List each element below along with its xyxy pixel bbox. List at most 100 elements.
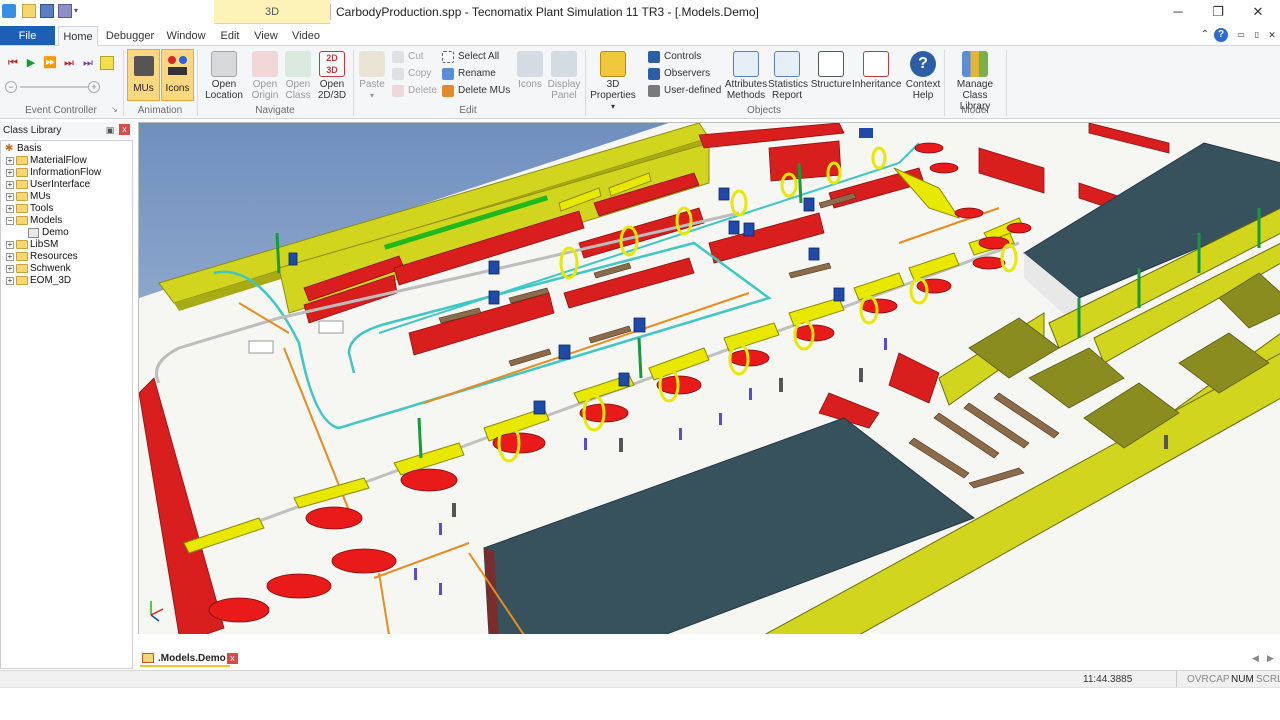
expand-icon[interactable]: + [6, 157, 14, 165]
expand-icon[interactable]: + [6, 253, 14, 261]
tree-item-demo[interactable]: Demo [42, 227, 69, 239]
collapse-ribbon-icon[interactable]: ⌃ [1198, 28, 1212, 42]
tab-video[interactable]: Video [288, 26, 324, 46]
delete-button[interactable]: Delete [392, 83, 437, 99]
start-icon[interactable]: ▶ [24, 56, 38, 70]
folder-icon [16, 204, 28, 213]
mdi-restore-icon[interactable]: ▯ [1250, 28, 1264, 42]
tree-item-resources[interactable]: Resources [30, 251, 78, 263]
new-file-icon[interactable] [22, 4, 36, 18]
fast-forward-icon[interactable]: ⏭ [81, 56, 95, 70]
controls-button[interactable]: Controls [648, 49, 701, 65]
expand-icon[interactable]: + [6, 205, 14, 213]
copy-button[interactable]: Copy [392, 66, 431, 82]
observers-button[interactable]: Observers [648, 66, 710, 82]
3d-properties-button[interactable]: 3D Properties ▾ [588, 51, 638, 112]
tab-window[interactable]: Window [163, 26, 209, 46]
class-library-tree[interactable]: ✱ Basis + MaterialFlow + InformationFlow… [0, 140, 133, 669]
icons-edit-button[interactable]: Icons [515, 51, 545, 90]
factory-3d-scene [139, 123, 1280, 634]
speed-slider[interactable] [20, 86, 88, 88]
expand-icon[interactable]: + [6, 169, 14, 177]
delete-icon [392, 85, 404, 97]
save-icon[interactable] [40, 4, 54, 18]
delete-mus-button[interactable]: Delete MUs [442, 83, 510, 99]
open-2d3d-button[interactable]: 2D 3D Open 2D/3D [315, 51, 349, 101]
inheritance-button[interactable]: Inheritance [852, 51, 901, 90]
context-help-button[interactable]: ? Context Help [904, 51, 942, 101]
tree-item-materialflow[interactable]: MaterialFlow [30, 155, 87, 167]
speed-plus-icon[interactable]: + [88, 81, 100, 93]
icons-toggle-button[interactable]: Icons [161, 49, 194, 101]
tree-item-userinterface[interactable]: UserInterface [30, 179, 90, 191]
tree-item-informationflow[interactable]: InformationFlow [30, 167, 101, 179]
close-window-button[interactable]: ✕ [1238, 0, 1278, 24]
statistics-report-button[interactable]: Statistics Report [768, 51, 808, 101]
cut-button[interactable]: Cut [392, 49, 424, 65]
folder-icon [16, 180, 28, 189]
expand-icon[interactable]: + [6, 265, 14, 273]
document-tab-models-demo[interactable]: .Models.Demo [140, 650, 230, 667]
tree-item-basis[interactable]: Basis [17, 143, 41, 155]
manage-class-library-button[interactable]: Manage Class Library [947, 51, 1003, 112]
window-title: CarbodyProduction.spp - Tecnomatix Plant… [336, 5, 759, 19]
expand-icon[interactable]: + [6, 181, 14, 189]
pin-icon[interactable]: ▣ [104, 124, 116, 136]
maximize-button[interactable]: ❐ [1198, 0, 1238, 24]
attributes-methods-button[interactable]: Attributes Methods [724, 51, 768, 101]
tab-view[interactable]: View [250, 26, 282, 46]
tree-item-schwenk[interactable]: Schwenk [30, 263, 71, 275]
tree-item-models[interactable]: Models [30, 215, 62, 227]
structure-icon [818, 51, 844, 77]
close-class-library-button[interactable]: x [119, 124, 130, 135]
open-origin-button[interactable]: Open Origin [248, 51, 282, 101]
rename-button[interactable]: Rename [442, 66, 496, 82]
scroll-right-icon[interactable]: ▶ [1267, 653, 1274, 664]
close-document-tab-button[interactable]: x [227, 653, 238, 664]
icons-label: Icons [165, 83, 190, 94]
speed-minus-icon[interactable]: − [5, 81, 17, 93]
tree-item-tools[interactable]: Tools [30, 203, 53, 215]
save-as-icon[interactable] [58, 4, 72, 18]
expand-icon[interactable]: + [6, 277, 14, 285]
paste-button[interactable]: Paste ▾ [357, 51, 387, 101]
mus-toggle-button[interactable]: MUs [127, 49, 160, 101]
tab-file[interactable]: File [0, 26, 55, 45]
icons-animation-icon [168, 56, 188, 76]
simulation-time: 11:44.3885 [1083, 674, 1133, 685]
folder-icon [16, 264, 28, 273]
user-defined-button[interactable]: User-defined [648, 83, 721, 99]
stop-icon[interactable]: ⏭ [62, 56, 76, 70]
tab-debugger[interactable]: Debugger [103, 26, 157, 46]
3d-viewport[interactable] [138, 122, 1280, 634]
dialog-launcher-icon[interactable]: ↘ [111, 105, 118, 114]
attributes-methods-icon [733, 51, 759, 77]
collapse-icon[interactable]: − [6, 217, 14, 225]
quick-access-dropdown-icon[interactable]: ▾ [74, 4, 82, 18]
folder-icon [16, 156, 28, 165]
mdi-minimize-icon[interactable]: ▭ [1234, 28, 1248, 42]
frame-icon [142, 653, 154, 663]
structure-button[interactable]: Structure [810, 51, 852, 90]
mdi-close-icon[interactable]: ✕ [1265, 28, 1279, 42]
context-tab-3d[interactable]: 3D [214, 0, 330, 24]
open-location-button[interactable]: Open Location [204, 51, 244, 101]
display-panel-button[interactable]: Display Panel [547, 51, 581, 101]
tree-item-libsm[interactable]: LibSM [30, 239, 58, 251]
expand-icon[interactable]: + [6, 193, 14, 201]
cut-icon [392, 51, 404, 63]
tab-home[interactable]: Home [58, 26, 98, 47]
tree-item-mus[interactable]: MUs [30, 191, 51, 203]
status-scrl: SCRL [1256, 674, 1280, 685]
step-icon[interactable]: ⏩ [43, 56, 57, 70]
open-class-button[interactable]: Open Class [283, 51, 313, 101]
expand-icon[interactable]: + [6, 241, 14, 249]
tree-item-eom-3d[interactable]: EOM_3D [30, 275, 71, 287]
scroll-left-icon[interactable]: ◀ [1252, 653, 1259, 664]
select-all-button[interactable]: Select All [442, 49, 499, 65]
reset-icon[interactable]: ⏮ [6, 56, 20, 70]
tab-edit[interactable]: Edit [214, 26, 246, 46]
minimize-button[interactable]: ─ [1158, 0, 1198, 24]
event-controller-icon[interactable] [100, 56, 114, 70]
help-icon[interactable]: ? [1214, 28, 1228, 42]
